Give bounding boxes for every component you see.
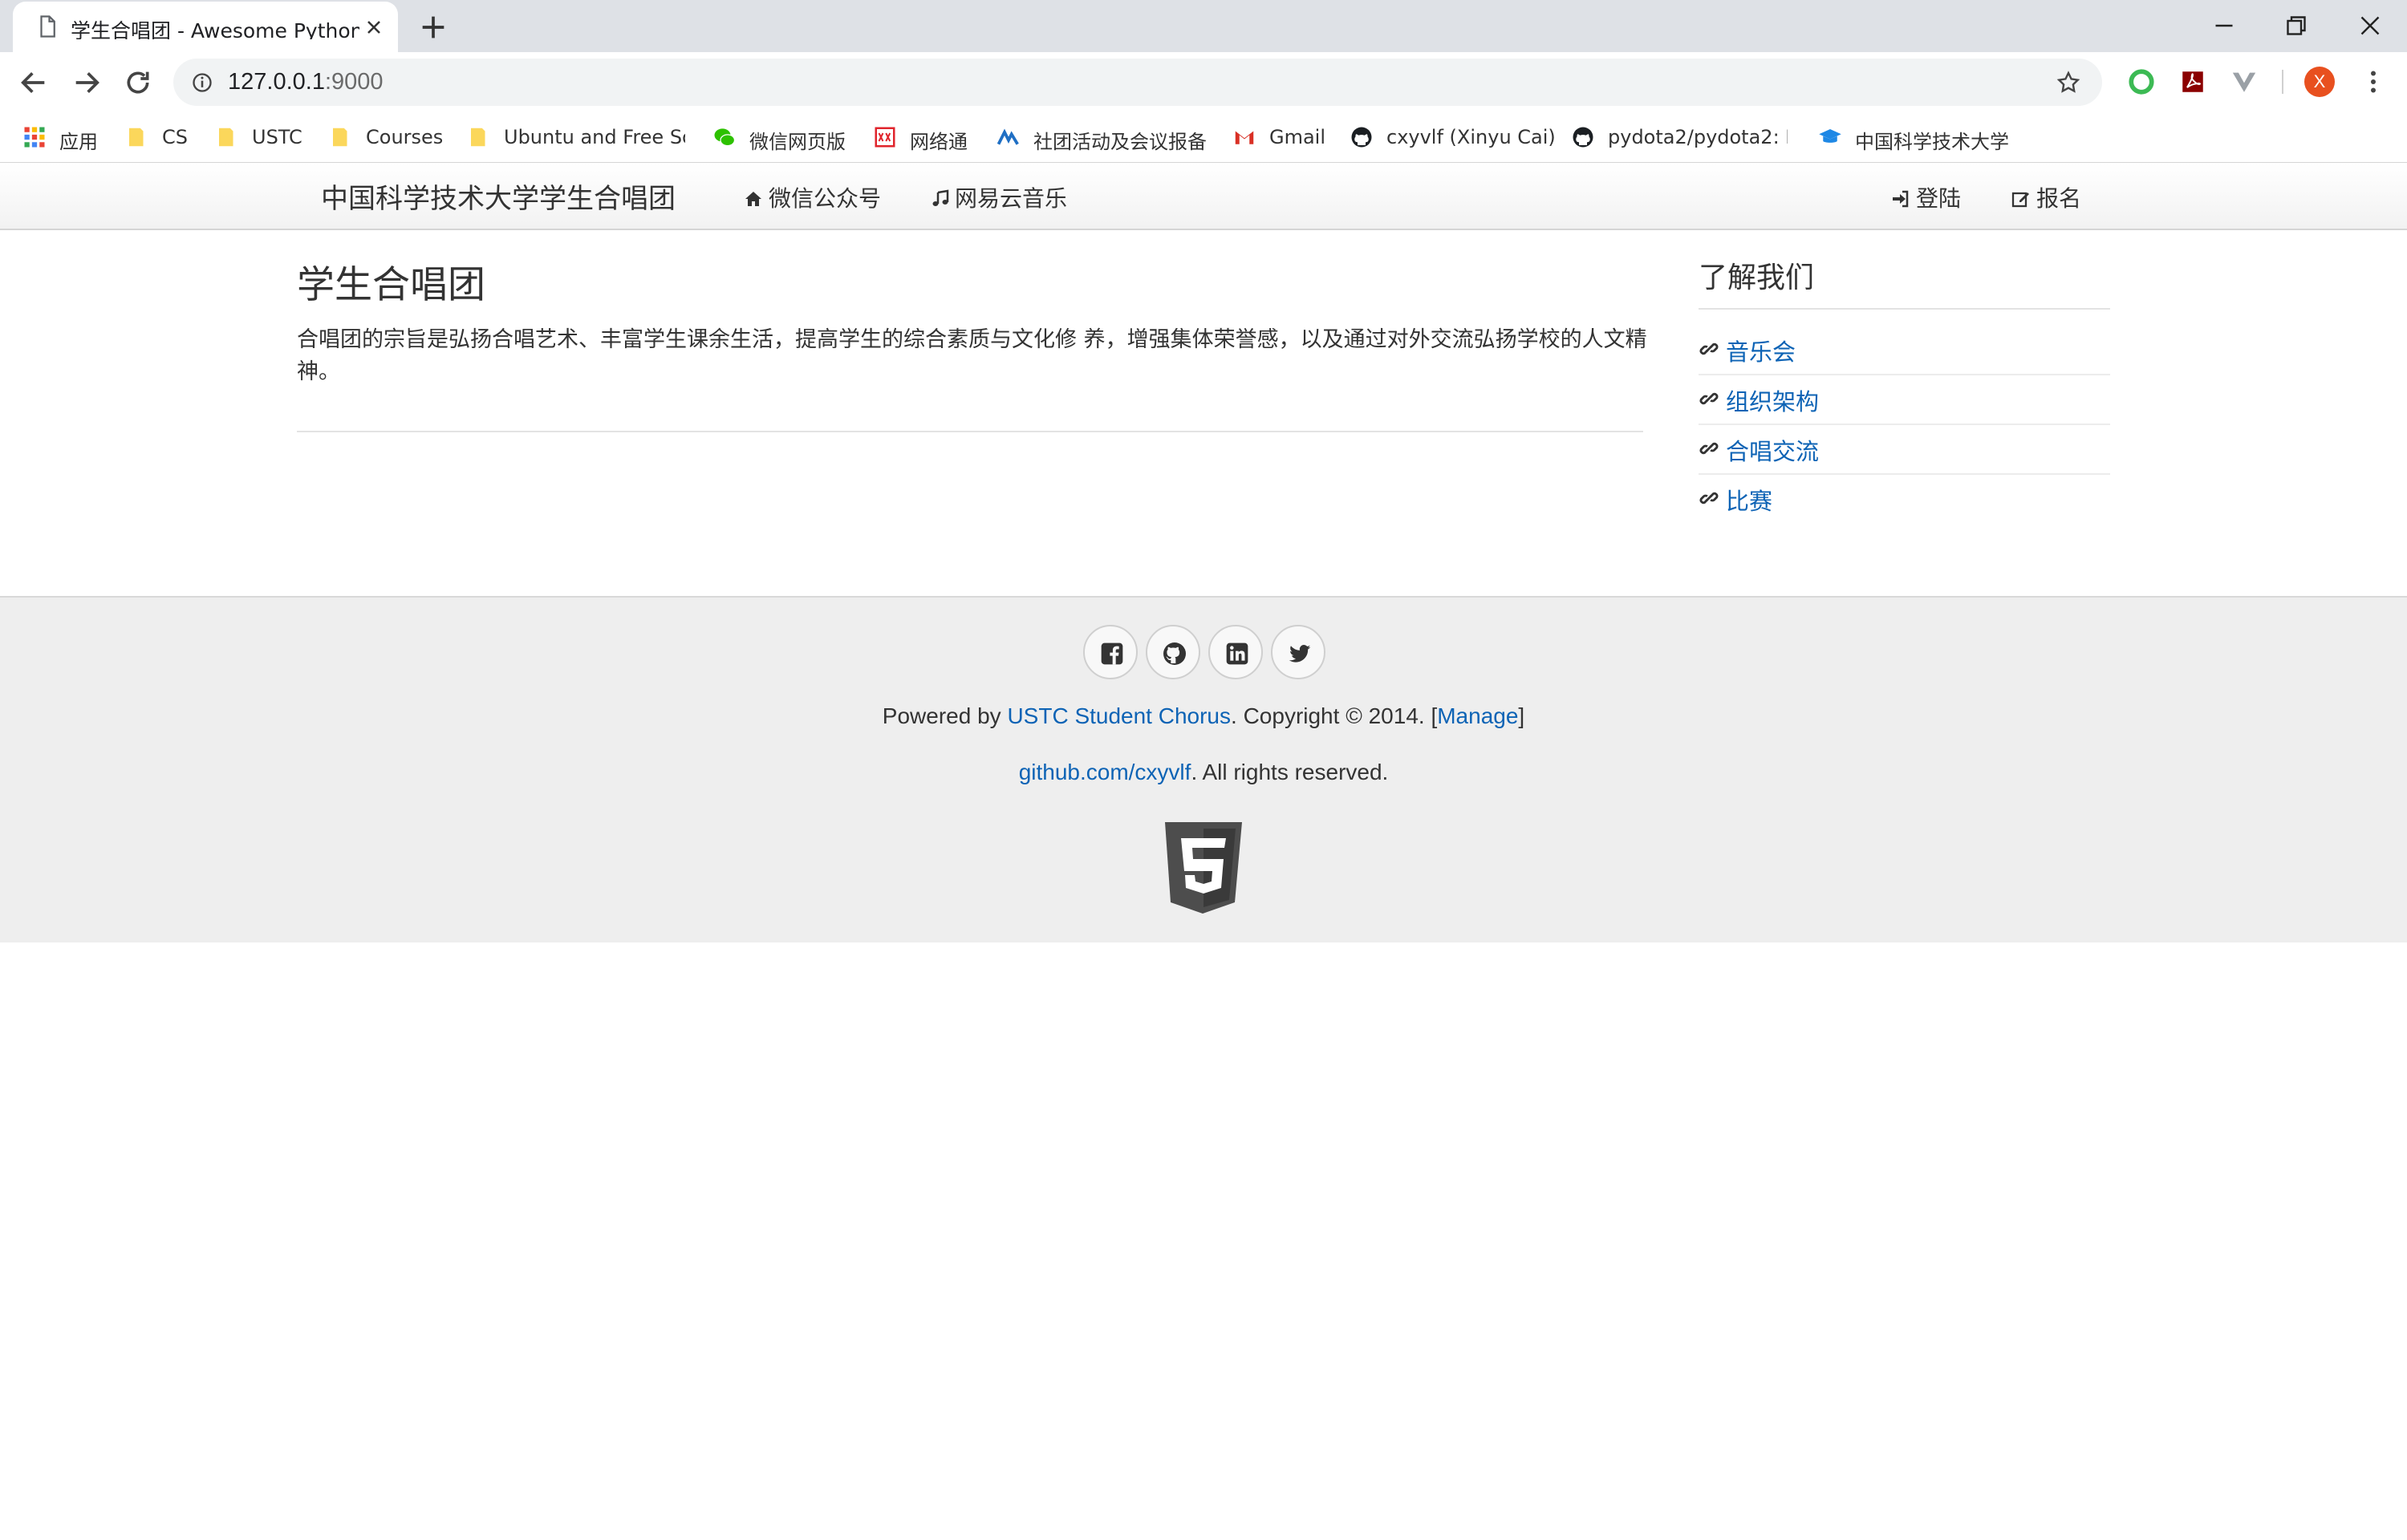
nav-login-link[interactable]: 登陆 <box>1890 181 1961 213</box>
info-icon[interactable] <box>191 71 213 94</box>
minimize-icon[interactable] <box>2208 11 2240 40</box>
music-icon <box>932 189 949 206</box>
page-title: 学生合唱团 <box>297 263 485 307</box>
nav-signup-link[interactable]: 报名 <box>2011 181 2081 213</box>
chorus-link[interactable]: USTC Student Chorus <box>1007 703 1231 728</box>
bookmark-pydota2[interactable]: pydota2/pydota2: D <box>1571 122 1792 152</box>
linkedin-icon <box>1226 642 1248 665</box>
html5-logo-icon <box>1165 822 1242 914</box>
link-icon <box>1699 342 1719 355</box>
sidebar-divider <box>1699 308 2110 310</box>
gmail-icon <box>1235 131 1254 144</box>
address-bar[interactable]: 127.0.0.1:9000 <box>173 59 2102 106</box>
bookmark-wechat[interactable]: 微信网页版 <box>712 122 870 153</box>
sidebar-item-concert[interactable]: 音乐会 <box>1699 326 2110 375</box>
folder-icon <box>129 128 144 147</box>
forward-icon[interactable] <box>71 67 103 99</box>
pdf-extension-icon[interactable] <box>2179 68 2206 95</box>
new-tab-icon[interactable] <box>417 11 449 43</box>
close-window-icon[interactable] <box>2354 11 2386 40</box>
site-footer: Powered by USTC Student Chorus. Copyrigh… <box>0 596 2407 942</box>
menu-kebab-icon[interactable] <box>2359 67 2388 97</box>
github-icon <box>1163 642 1186 665</box>
folder-icon <box>219 128 233 147</box>
sidebar-title: 了解我们 <box>1699 261 1815 294</box>
tab-strip: 学生合唱团 - Awesome Python <box>0 0 2407 52</box>
bookmark-apps[interactable]: 应用 <box>22 122 119 153</box>
site-navbar: 中国科学技术大学学生合唱团 微信公众号 网易云音乐 登陆 报名 <box>0 164 2407 230</box>
folder-icon <box>471 128 485 147</box>
bookmark-ustc[interactable]: USTC <box>215 122 316 152</box>
reload-icon[interactable] <box>122 67 154 99</box>
url-text: 127.0.0.1:9000 <box>228 69 384 95</box>
vue-extension-icon[interactable] <box>2230 68 2258 95</box>
sidebar-item-competition[interactable]: 比赛 <box>1699 475 2110 525</box>
bookmark-cs[interactable]: CS <box>125 122 194 152</box>
bookmark-gmail[interactable]: Gmail <box>1232 122 1335 152</box>
content-divider <box>297 431 1643 432</box>
facebook-icon <box>1101 642 1123 665</box>
nav-wechat-link[interactable]: 微信公众号 <box>743 181 881 213</box>
bookmarks-bar: 应用 CS USTC Courses Ubuntu and Free Sc 微信… <box>0 112 2407 163</box>
sidebar-item-organization[interactable]: 组织架构 <box>1699 375 2110 425</box>
site-brand[interactable]: 中国科学技术大学学生合唱团 <box>321 176 676 216</box>
wangluotong-icon <box>875 127 895 148</box>
back-icon[interactable] <box>18 67 50 99</box>
wechat-icon <box>714 128 736 147</box>
browser-toolbar: 127.0.0.1:9000 X <box>0 52 2407 112</box>
extension-green-icon[interactable] <box>2128 68 2155 95</box>
github-icon <box>1573 127 1593 148</box>
home-icon <box>745 192 761 206</box>
sign-in-icon <box>1893 190 1909 208</box>
site-icon <box>996 128 1019 145</box>
powered-by-line: Powered by USTC Student Chorus. Copyrigh… <box>882 703 1525 728</box>
twitter-button[interactable] <box>1271 625 1325 679</box>
folder-icon <box>333 128 347 147</box>
bookmark-star-icon[interactable] <box>2056 70 2081 95</box>
apps-grid-icon <box>24 127 45 148</box>
rights-line: github.com/cxyvlf. All rights reserved. <box>1018 760 1389 784</box>
close-tab-icon[interactable] <box>363 16 385 38</box>
github-profile-link[interactable]: github.com/cxyvlf <box>1019 760 1191 784</box>
bookmark-ubuntu[interactable]: Ubuntu and Free Sc <box>467 122 685 152</box>
tab-title: 学生合唱团 - Awesome Python <box>71 19 359 39</box>
github-icon <box>1351 127 1372 148</box>
manage-link[interactable]: Manage <box>1437 703 1518 728</box>
browser-tab[interactable]: 学生合唱团 - Awesome Python <box>13 2 398 52</box>
facebook-button[interactable] <box>1083 625 1138 679</box>
restore-icon[interactable] <box>2280 11 2312 40</box>
page-icon <box>40 15 55 38</box>
bookmark-ustc-home[interactable]: 中国科学技术大学 <box>1818 122 2027 153</box>
link-icon <box>1699 392 1719 405</box>
edit-icon <box>2011 192 2029 208</box>
github-button[interactable] <box>1146 625 1200 679</box>
intro-paragraph: 合唱团的宗旨是弘扬合唱艺术、丰富学生课余生活，提高学生的综合素质与文化修 养，增… <box>297 327 1647 384</box>
link-icon <box>1699 442 1719 455</box>
link-icon <box>1699 492 1719 505</box>
bookmark-club[interactable]: 社团活动及会议报备 <box>996 122 1215 153</box>
profile-avatar[interactable]: X <box>2304 67 2335 97</box>
bookmark-wangluotong[interactable]: 网络通 <box>873 122 977 153</box>
toolbar-separator <box>2282 70 2283 94</box>
twitter-icon <box>1289 645 1311 663</box>
sidebar-item-exchange[interactable]: 合唱交流 <box>1699 425 2110 475</box>
graduation-cap-icon <box>1819 129 1841 143</box>
bookmark-courses[interactable]: Courses <box>329 122 457 152</box>
nav-music-link[interactable]: 网易云音乐 <box>931 181 1067 213</box>
linkedin-button[interactable] <box>1208 625 1263 679</box>
bookmark-github-profile[interactable]: cxyvlf (Xinyu Cai) <box>1350 122 1556 152</box>
